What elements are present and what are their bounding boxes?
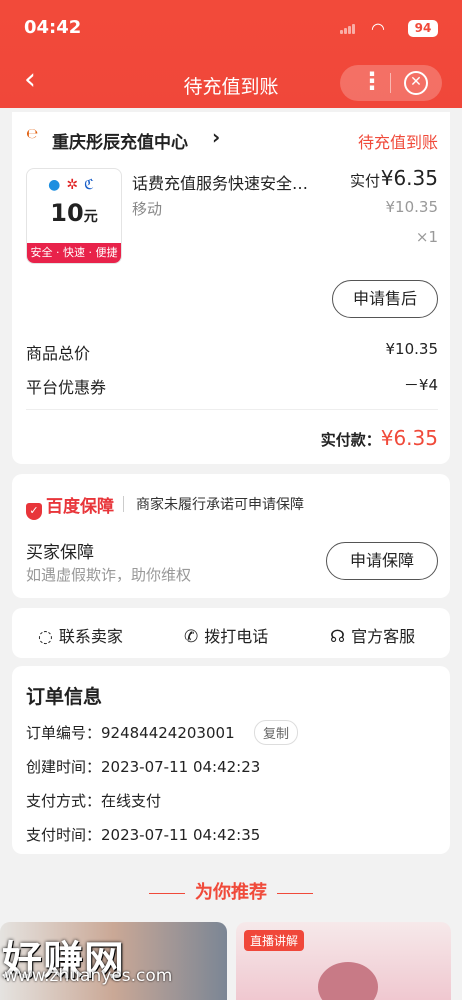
status-bar: 04:42 ◠ 94 (24, 17, 438, 41)
recommend-heading: 为你推荐 (0, 878, 462, 904)
recommend-title: 为你推荐 (195, 882, 267, 903)
product-title[interactable]: 话费充值服务快速安全… (132, 170, 332, 194)
watermark-url: www.zhuanyes.com (4, 966, 173, 986)
carrier-logos: ●✲ℭ (27, 177, 121, 193)
contact-seller-button[interactable]: ◌ 联系卖家 (38, 623, 123, 647)
guarantee-card: ✓ 百度保障 商家未履行承诺可申请保障 买家保障 如遇虚假欺诈，助你维权 申请保障 (12, 474, 450, 598)
guarantee-logo-text: 百度保障 (46, 497, 114, 517)
signal-icon (340, 24, 356, 34)
wifi-icon: ◠ (371, 19, 385, 38)
guarantee-title: 买家保障 (26, 543, 94, 563)
after-sale-button[interactable]: 申请售后 (332, 280, 438, 318)
coupon-value: －¥4 (403, 376, 438, 394)
status-time: 04:42 (24, 17, 82, 38)
quantity: ×1 (415, 228, 438, 246)
created-time: 创建时间：2023-07-11 04:42:23 (26, 758, 261, 776)
divider (277, 892, 313, 894)
thumb-ribbon: 安全 · 快速 · 便捷 (27, 243, 121, 263)
goods-total-label: 商品总价 (26, 344, 91, 363)
contact-seller-label: 联系卖家 (58, 627, 123, 646)
actions-card: ◌ 联系卖家 ✆ 拨打电话 ☊ 官方客服 (12, 608, 450, 658)
customer-service-label: 官方客服 (351, 627, 416, 646)
close-circle-icon[interactable]: ✕ (404, 71, 428, 95)
live-badge: 直播讲解 (244, 930, 305, 951)
paid-time: 支付时间：2023-07-11 04:42:35 (26, 826, 261, 844)
capsule-divider (390, 73, 391, 93)
mini-program-capsule: ⋮ ✕ (340, 65, 442, 101)
store-logo-icon: ℮ (26, 126, 38, 142)
order-number: 订单编号：92484424203001 (26, 724, 235, 742)
goods-total-row: 商品总价 ¥10.35 (26, 340, 438, 364)
goods-total-value: ¥10.35 (385, 340, 439, 358)
paid-value: ¥6.35 (380, 166, 438, 190)
order-info-title: 订单信息 (26, 686, 103, 708)
divider (149, 892, 185, 894)
total-paid: 实付款：¥6.35 (321, 426, 438, 450)
divider (26, 409, 438, 410)
product-spec: 移动 (132, 200, 163, 218)
coupon-row: 平台优惠券 －¥4 (26, 374, 438, 398)
battery-icon: 94 (408, 20, 438, 37)
headset-icon: ☊ (330, 627, 346, 647)
total-label: 实付款： (320, 431, 381, 449)
header-bar: 04:42 ◠ 94 ‹ 待充值到账 ⋮ ✕ (0, 0, 462, 108)
copy-button[interactable]: 复制 (254, 720, 299, 745)
order-info-card: 订单信息 订单编号：92484424203001 复制 创建时间：2023-07… (12, 666, 450, 854)
paid-label: 实付 (349, 172, 380, 190)
phone-icon: ✆ (184, 627, 199, 647)
guarantee-note: 商家未履行承诺可申请保障 (136, 497, 304, 513)
coupon-label: 平台优惠券 (26, 378, 107, 397)
order-card: ℮ 重庆彤辰充值中心 › 待充值到账 ●✲ℭ 10元 安全 · 快速 · 便捷 … (12, 112, 450, 464)
call-phone-label: 拨打电话 (204, 627, 269, 646)
order-status: 待充值到账 (357, 133, 438, 152)
thumb-amount-unit: 元 (83, 209, 98, 225)
product-image (318, 962, 378, 1000)
store-name[interactable]: 重庆彤辰充值中心 (52, 128, 188, 153)
call-phone-button[interactable]: ✆ 拨打电话 (184, 623, 268, 647)
divider (123, 496, 124, 512)
carrier-logo-telecom-icon: ℭ (84, 177, 100, 193)
more-dots-icon[interactable]: ⋮ (360, 69, 384, 93)
thumb-amount-value: 10 (50, 199, 84, 227)
carrier-logo-unicom-icon: ✲ (66, 177, 85, 193)
recommend-card[interactable]: 直播讲解 (236, 922, 451, 1000)
baidu-guarantee-logo: ✓ 百度保障 (26, 492, 114, 520)
apply-guarantee-button[interactable]: 申请保障 (326, 542, 438, 580)
original-price: ¥10.35 (385, 198, 439, 216)
shield-check-icon: ✓ (26, 503, 42, 520)
thumb-amount: 10元 (27, 199, 121, 227)
chat-icon: ◌ (38, 627, 53, 647)
payment-method: 支付方式：在线支付 (26, 792, 162, 810)
total-value: ¥6.35 (380, 426, 438, 450)
product-thumbnail[interactable]: ●✲ℭ 10元 安全 · 快速 · 便捷 (26, 168, 122, 264)
carrier-logo-mobile-icon: ● (48, 177, 67, 193)
nav-bar: ‹ 待充值到账 ⋮ ✕ (0, 62, 462, 102)
chevron-right-icon[interactable]: › (212, 125, 220, 149)
guarantee-subtitle: 如遇虚假欺诈，助你维权 (26, 566, 192, 584)
customer-service-button[interactable]: ☊ 官方客服 (330, 623, 415, 647)
